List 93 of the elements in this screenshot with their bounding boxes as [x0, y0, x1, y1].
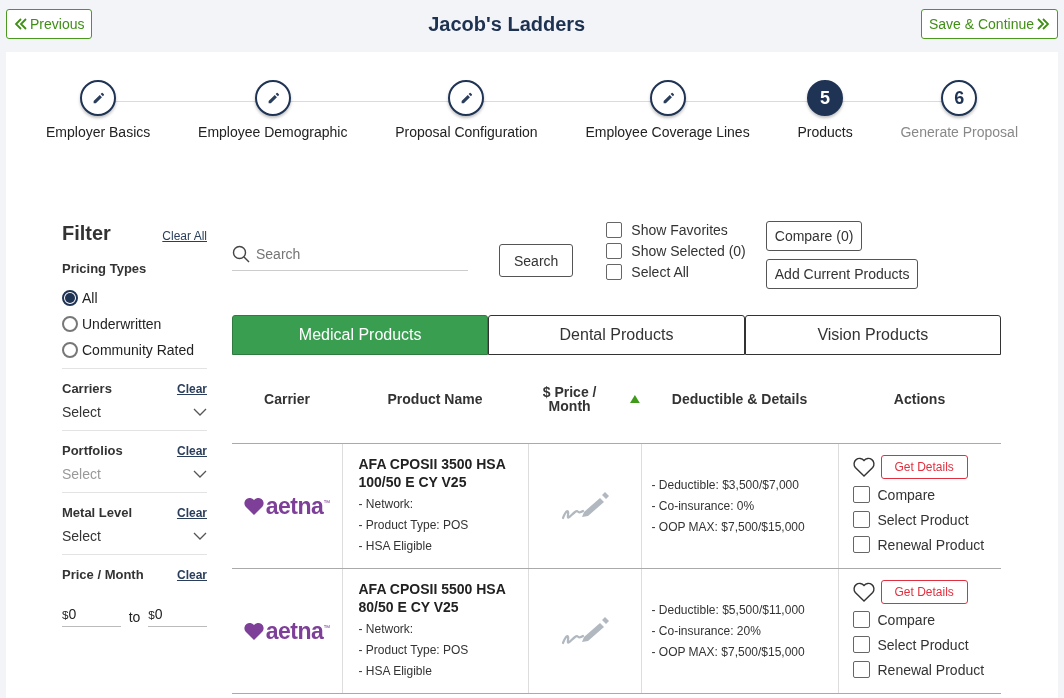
- product-info: - Network:: [358, 496, 415, 513]
- get-details-button[interactable]: Get Details: [880, 580, 968, 604]
- add-current-products-button[interactable]: Add Current Products: [765, 259, 919, 289]
- step-number[interactable]: 6: [941, 80, 978, 116]
- step-label: Proposal Configuration: [395, 124, 538, 140]
- page-title: Jacob's Ladders: [428, 12, 586, 36]
- double-chevron-icon: [1036, 17, 1050, 31]
- carrier-logo: aetna$^{™}$: [265, 492, 330, 520]
- checkbox[interactable]: [606, 264, 623, 280]
- column-header[interactable]: $ Price / Month: [529, 385, 611, 413]
- product-info: - Product Type: POS: [358, 517, 470, 534]
- carrier-logo: aetna$^{™}$: [265, 617, 330, 645]
- product-info: - HSA Eligible: [358, 538, 433, 555]
- product-tab[interactable]: Vision Products: [744, 315, 1001, 355]
- checkbox-label: Select All: [631, 264, 689, 280]
- checkbox[interactable]: [852, 611, 870, 628]
- radio-label: Community Rated: [82, 342, 195, 358]
- column-header: Deductible & Details: [671, 391, 808, 407]
- checkbox[interactable]: [606, 222, 623, 238]
- checkbox-label: Show Favorites: [631, 222, 728, 238]
- search-button[interactable]: Search: [499, 244, 574, 277]
- detail-line: - Co-insurance: 0%: [651, 497, 756, 515]
- detail-line: - Deductible: $3,500/$7,000: [651, 476, 800, 494]
- checkbox-label: Renewal Product: [877, 536, 985, 553]
- step-number[interactable]: 5: [807, 80, 844, 116]
- filter-label: Metal Level: [62, 505, 133, 520]
- min-price-field[interactable]: $0: [62, 606, 121, 627]
- checkbox[interactable]: [852, 486, 870, 503]
- checkbox[interactable]: [852, 511, 870, 528]
- checkbox-label: Select Product: [877, 511, 969, 528]
- clear-link[interactable]: Clear: [176, 567, 207, 582]
- edit-step-icon[interactable]: [448, 80, 485, 116]
- clear-link[interactable]: Clear: [176, 505, 207, 520]
- heart-icon: [243, 622, 264, 640]
- clear-all-link[interactable]: Clear All: [162, 229, 207, 243]
- clear-link[interactable]: Clear: [176, 381, 207, 396]
- radio-button[interactable]: [62, 316, 78, 332]
- product-name: AFA CPOSII 5500 HSA 80/50 E CY V25: [358, 580, 507, 616]
- checkbox-label: Compare: [877, 611, 936, 628]
- checkbox[interactable]: [852, 661, 870, 678]
- heart-icon: [243, 497, 264, 515]
- product-info: - Product Type: POS: [358, 642, 470, 659]
- compare-button[interactable]: Compare (0): [765, 221, 863, 251]
- step-label: Employee Coverage Lines: [585, 124, 750, 140]
- double-chevron-icon: [14, 17, 28, 31]
- checkbox-label: Select Product: [877, 636, 969, 653]
- step-label: Generate Proposal: [900, 124, 1018, 140]
- edit-step-icon[interactable]: [254, 80, 291, 116]
- chevron-down-icon[interactable]: [193, 408, 207, 416]
- edit-step-icon[interactable]: [80, 80, 117, 116]
- max-price-field[interactable]: $0: [148, 606, 207, 627]
- radio-label: Underwritten: [82, 316, 162, 332]
- detail-line: - Co-insurance: 20%: [651, 622, 762, 640]
- step-label: Employer Basics: [46, 124, 151, 140]
- chevron-down-icon[interactable]: [193, 532, 207, 540]
- step-label: Employee Demographic: [198, 124, 348, 140]
- detail-line: - OOP MAX: $7,500/$15,000: [651, 518, 806, 536]
- previous-button[interactable]: Previous: [6, 9, 93, 39]
- product-info: - HSA Eligible: [358, 663, 433, 680]
- select-dropdown[interactable]: Select: [62, 404, 207, 420]
- filter-title: Filter: [62, 222, 111, 245]
- get-details-button[interactable]: Get Details: [880, 455, 968, 479]
- radio-button[interactable]: [62, 342, 78, 358]
- favorite-heart-icon[interactable]: [852, 582, 875, 602]
- save-continue-button[interactable]: Save & Continue: [920, 9, 1058, 39]
- to-label: to: [127, 609, 142, 627]
- favorite-heart-icon[interactable]: [852, 457, 875, 477]
- checkbox[interactable]: [852, 536, 870, 553]
- checkbox[interactable]: [606, 243, 623, 259]
- radio-button[interactable]: [62, 290, 78, 306]
- search-input[interactable]: Search: [256, 246, 456, 262]
- filter-label: Portfolios: [62, 443, 123, 458]
- checkbox[interactable]: [852, 636, 870, 653]
- pricing-types-label: Pricing Types: [62, 261, 148, 276]
- search-icon[interactable]: [232, 245, 250, 263]
- column-header: Product Name: [387, 391, 483, 407]
- column-header: Carrier: [264, 391, 310, 407]
- product-name: AFA CPOSII 3500 HSA 100/50 E CY V25: [358, 455, 507, 491]
- step-label: Products: [797, 124, 853, 140]
- select-dropdown[interactable]: Select: [62, 528, 207, 544]
- edit-step-icon[interactable]: [649, 80, 686, 116]
- checkbox-label: Compare: [877, 486, 936, 503]
- detail-line: - Deductible: $5,500/$11,000: [651, 601, 806, 619]
- product-tab[interactable]: Dental Products: [488, 315, 745, 355]
- sort-up-icon[interactable]: [630, 394, 640, 404]
- checkbox-label: Show Selected (0): [631, 243, 746, 259]
- product-info: - Network:: [358, 621, 415, 638]
- column-header: Actions: [893, 391, 946, 407]
- detail-line: - OOP MAX: $7,500/$15,000: [651, 643, 806, 661]
- radio-label: All: [82, 290, 98, 306]
- filter-label: Price / Month: [62, 567, 144, 582]
- checkbox-label: Renewal Product: [877, 661, 985, 678]
- filter-label: Carriers: [62, 381, 112, 396]
